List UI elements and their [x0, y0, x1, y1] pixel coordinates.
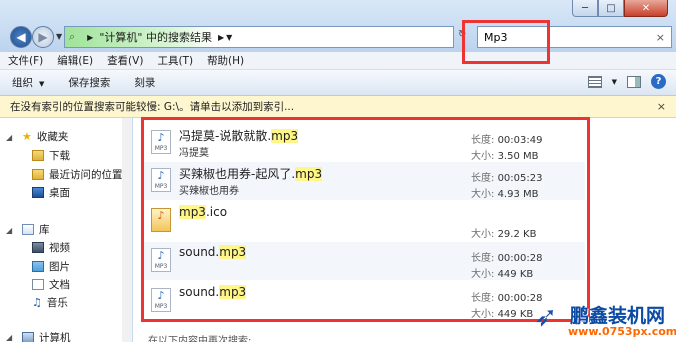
search-again-label: 在以下内容中再次搜索:	[148, 336, 252, 342]
clear-search-icon[interactable]: ×	[656, 31, 665, 44]
maximize-button[interactable]: □	[598, 0, 624, 17]
organize-label: 组织	[12, 77, 33, 89]
nav-label: 库	[39, 224, 50, 236]
nav-videos[interactable]: 视频	[32, 240, 70, 255]
menu-file[interactable]: 文件(F)	[8, 53, 43, 68]
help-icon[interactable]: ?	[651, 74, 666, 89]
nav-label: 图片	[49, 261, 70, 273]
computer-icon	[22, 332, 34, 342]
recent-places-icon	[32, 169, 44, 180]
forward-arrow-icon: ▶	[38, 30, 48, 44]
expand-computer-icon[interactable]: ◢	[6, 333, 12, 342]
picture-library-icon	[32, 261, 44, 272]
nav-label: 最近访问的位置	[49, 169, 123, 181]
command-bar: 组织 ▼ 保存搜索 刻录 ▼ ?	[0, 70, 676, 96]
navigation-pane: ◢ ★ 收藏夹 下载 最近访问的位置 桌面 ◢ 库 视频 图片 文档 ♫ 音乐 ◢ …	[0, 118, 132, 342]
organize-dropdown-icon: ▼	[39, 80, 45, 88]
nav-label: 计算机	[39, 332, 71, 342]
nav-downloads[interactable]: 下载	[32, 148, 70, 163]
minimize-button[interactable]: ─	[572, 0, 598, 17]
video-library-icon	[32, 242, 44, 253]
music-note-icon: ♫	[32, 296, 42, 309]
search-location-icon: ⌕	[69, 30, 76, 43]
back-arrow-icon: ◀	[16, 30, 26, 44]
nav-documents[interactable]: 文档	[32, 277, 70, 292]
menu-tools[interactable]: 工具(T)	[157, 53, 193, 68]
burn-button[interactable]: 刻录	[134, 75, 155, 90]
menu-edit[interactable]: 编辑(E)	[57, 53, 93, 68]
address-bar[interactable]: ⌕ ▶ "计算机" 中的搜索结果 ▶ ▼	[64, 26, 454, 48]
watermark-bird-logo: ➶	[534, 300, 558, 333]
desktop-icon	[32, 187, 44, 198]
nav-label: 视频	[49, 242, 70, 254]
menu-help[interactable]: 帮助(H)	[207, 53, 244, 68]
annotation-box-search	[462, 20, 550, 64]
nav-label: 收藏夹	[36, 131, 69, 143]
info-bar-close-icon[interactable]: ×	[657, 100, 666, 113]
organize-button[interactable]: 组织 ▼	[12, 75, 44, 90]
document-library-icon	[32, 279, 44, 290]
recent-pages-dropdown-icon[interactable]: ▼	[56, 32, 62, 41]
nav-recent-places[interactable]: 最近访问的位置	[32, 167, 123, 182]
star-icon: ★	[22, 130, 32, 143]
annotation-box-results	[141, 117, 590, 322]
nav-libraries[interactable]: 库	[22, 222, 50, 237]
index-info-bar[interactable]: 在没有索引的位置搜索可能较慢: G:\。请单击以添加到索引... ×	[0, 96, 676, 118]
nav-pictures[interactable]: 图片	[32, 259, 70, 274]
watermark-url: www.0753px.com	[568, 325, 676, 338]
title-bar: ─ □ ✕ ◀ ▶ ▼ ⌕ ▶ "计算机" 中的搜索结果 ▶ ▼ ↻ ×	[0, 0, 676, 52]
breadcrumb-search-results[interactable]: "计算机" 中的搜索结果	[99, 29, 212, 45]
menu-view[interactable]: 查看(V)	[107, 53, 143, 68]
back-button[interactable]: ◀	[10, 26, 32, 48]
window-controls: ─ □ ✕	[572, 0, 668, 17]
nav-music[interactable]: ♫ 音乐	[32, 295, 68, 310]
nav-label: 文档	[49, 279, 70, 291]
library-icon	[22, 224, 34, 235]
expand-favorites-icon[interactable]: ◢	[6, 133, 12, 142]
change-view-icon[interactable]	[587, 75, 602, 88]
nav-label: 桌面	[49, 187, 70, 199]
nav-label: 下载	[49, 150, 70, 162]
expand-libraries-icon[interactable]: ◢	[6, 226, 12, 235]
view-options-dropdown-icon[interactable]: ▼	[612, 78, 617, 86]
download-folder-icon	[32, 150, 44, 161]
breadcrumb-chevron-icon[interactable]: ▶	[218, 33, 224, 42]
close-button[interactable]: ✕	[624, 0, 668, 17]
info-bar-message[interactable]: 在没有索引的位置搜索可能较慢: G:\。请单击以添加到索引...	[10, 99, 294, 114]
nav-favorites[interactable]: ★ 收藏夹	[22, 129, 68, 144]
forward-button[interactable]: ▶	[32, 26, 54, 48]
watermark-brand: 鹏鑫装机网	[570, 305, 666, 327]
address-dropdown-icon[interactable]: ▼	[226, 33, 232, 42]
navigation-scrollbar[interactable]	[122, 118, 132, 342]
save-search-button[interactable]: 保存搜索	[68, 75, 110, 90]
nav-label: 音乐	[46, 297, 68, 309]
breadcrumb-chevron-icon[interactable]: ▶	[87, 33, 93, 42]
preview-pane-icon[interactable]	[627, 75, 641, 88]
nav-computer[interactable]: 计算机	[22, 330, 71, 342]
menu-bar: 文件(F) 编辑(E) 查看(V) 工具(T) 帮助(H)	[0, 52, 676, 70]
nav-desktop[interactable]: 桌面	[32, 185, 70, 200]
